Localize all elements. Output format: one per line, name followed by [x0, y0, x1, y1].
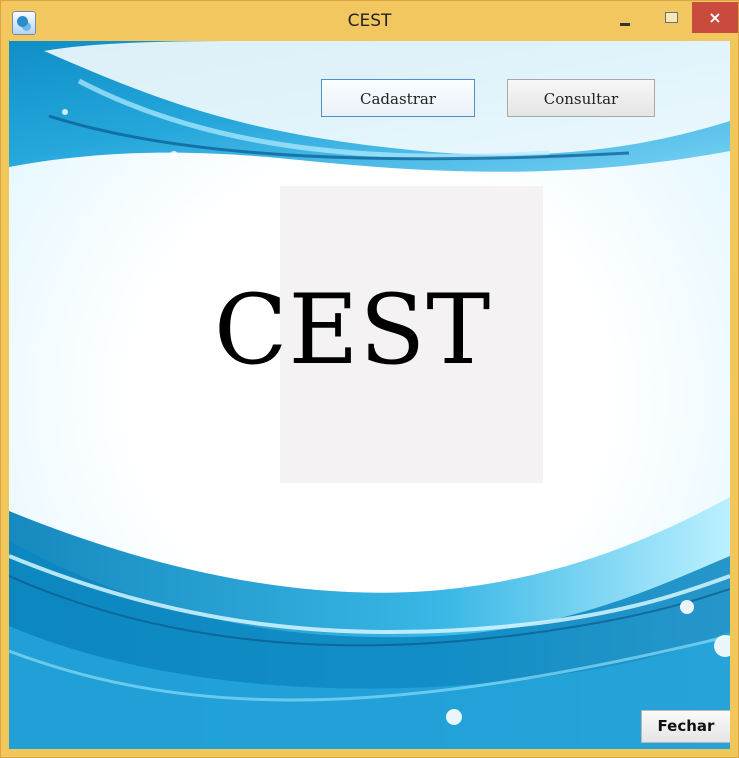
minimize-button[interactable] [613, 9, 639, 31]
title-bar[interactable]: CEST × [1, 1, 738, 41]
cadastrar-button[interactable]: Cadastrar [321, 79, 475, 117]
maximize-button[interactable] [659, 9, 685, 31]
consultar-button[interactable]: Consultar [507, 79, 655, 117]
close-button[interactable]: × [692, 2, 738, 33]
fechar-button[interactable]: Fechar [641, 710, 730, 743]
cest-logo-text: CEST [214, 274, 492, 386]
main-client-area: CEST Cadastrar Consultar Fechar [9, 41, 730, 749]
application-window: CEST × CEST Cadastrar Consultar Fechar [0, 0, 739, 758]
